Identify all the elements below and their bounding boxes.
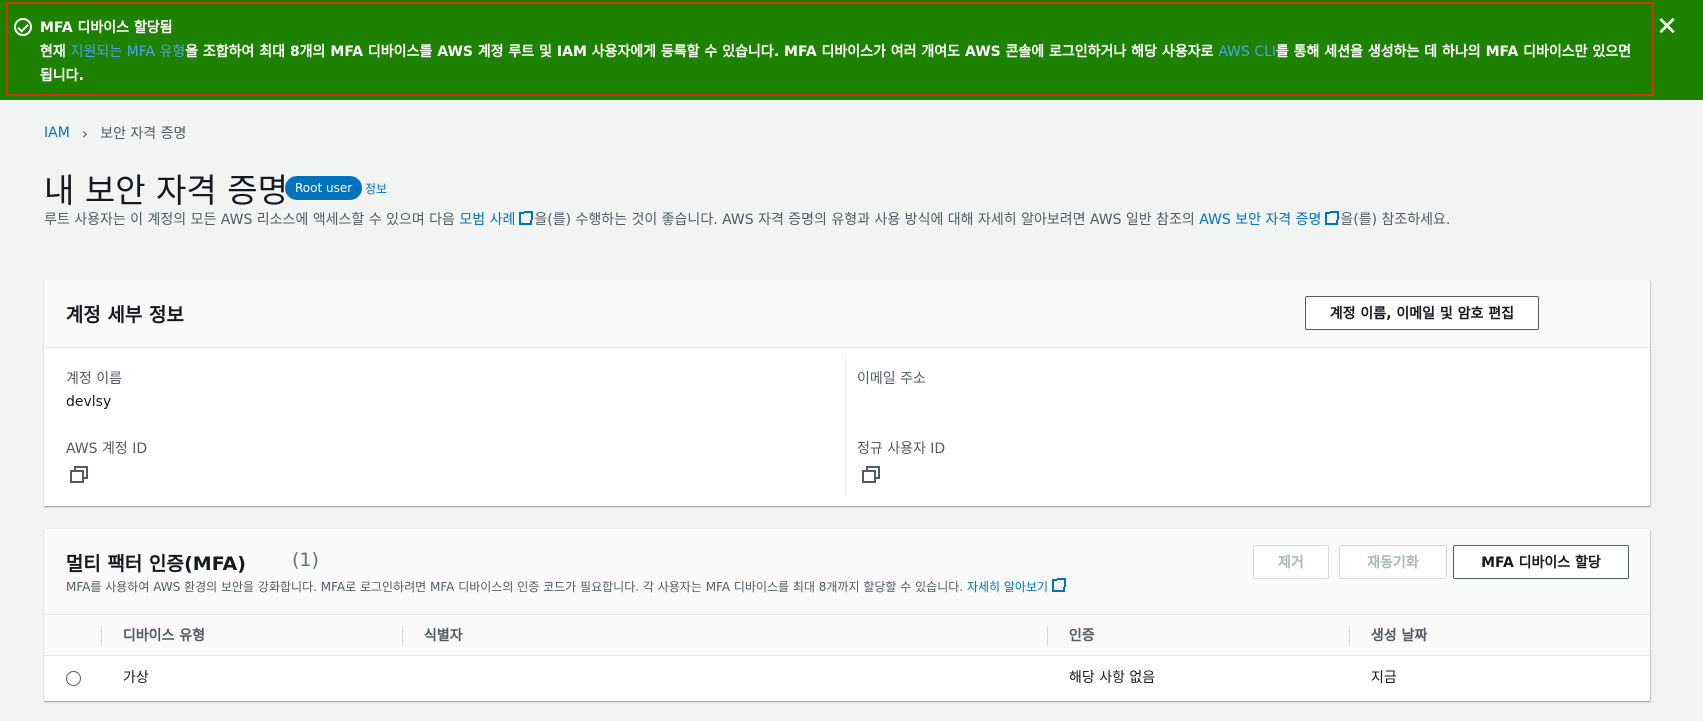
column-header-device-type[interactable]: 디바이스 유형 xyxy=(123,616,205,656)
chevron-right-icon: › xyxy=(81,123,89,143)
aws-security-credentials-link[interactable]: AWS 보안 자격 증명 xyxy=(1199,211,1340,228)
mfa-description: MFA를 사용하여 AWS 환경의 보안을 강화합니다. MFA로 로그인하려면… xyxy=(66,578,1067,595)
resync-button[interactable]: 재동기화 xyxy=(1339,545,1447,579)
banner-text-prefix: 현재 xyxy=(40,44,71,60)
column-header-created-date[interactable]: 생성 날짜 xyxy=(1371,616,1427,656)
column-separator xyxy=(1349,626,1350,646)
root-user-badge: Root user xyxy=(285,176,363,200)
edit-account-button[interactable]: 계정 이름, 이메일 및 암호 편집 xyxy=(1305,296,1539,330)
canonical-user-id-label: 정규 사용자 ID xyxy=(857,441,946,457)
copy-icon[interactable] xyxy=(862,466,880,483)
supported-mfa-types-link[interactable]: 지원되는 MFA 유형 xyxy=(71,44,186,60)
column-header-identifier[interactable]: 식별자 xyxy=(424,616,463,656)
best-practices-link[interactable]: 모범 사례 xyxy=(459,211,534,228)
table-row[interactable]: 가상 해당 사항 없음 지금 xyxy=(44,657,1650,699)
page-title: 내 보안 자격 증명 xyxy=(44,171,288,210)
copy-icon[interactable] xyxy=(70,466,88,483)
banner-title: MFA 디바이스 할당됨 xyxy=(40,20,173,36)
account-details-header: 계정 세부 정보 계정 이름, 이메일 및 암호 편집 xyxy=(44,280,1650,348)
column-separator xyxy=(101,626,102,646)
banner-text-mid: 을 조합하여 최대 8개의 MFA 디바이스를 AWS 계정 루트 및 IAM … xyxy=(185,44,1219,60)
account-details-title: 계정 세부 정보 xyxy=(66,304,185,326)
best-practices-label: 모범 사례 xyxy=(459,212,516,228)
column-separator xyxy=(402,626,403,646)
desc-text-2: 을(를) 수행하는 것이 좋습니다. AWS 자격 증명의 유형과 사용 방식에… xyxy=(534,212,1200,228)
success-banner: MFA 디바이스 할당됨 현재 지원되는 MFA 유형을 조합하여 최대 8개의… xyxy=(0,0,1703,100)
external-link-icon xyxy=(1052,578,1067,592)
mfa-panel: 멀티 팩터 인증(MFA) (1) MFA를 사용하여 AWS 환경의 보안을 … xyxy=(44,529,1650,701)
breadcrumb: IAM › 보안 자격 증명 xyxy=(44,123,186,143)
desc-text-3: 을(를) 참조하세요. xyxy=(1340,212,1451,228)
aws-cli-link[interactable]: AWS CLI xyxy=(1218,44,1276,60)
remove-button[interactable]: 제거 xyxy=(1253,545,1329,579)
table-header: 디바이스 유형 식별자 인증 생성 날짜 xyxy=(44,616,1650,656)
mfa-header: 멀티 팩터 인증(MFA) (1) MFA를 사용하여 AWS 환경의 보안을 … xyxy=(44,529,1650,615)
desc-text-1: 루트 사용자는 이 계정의 모든 AWS 리소스에 액세스할 수 있으며 다음 xyxy=(44,212,460,228)
cell-created-date: 지금 xyxy=(1371,670,1397,686)
info-link[interactable]: 정보 xyxy=(365,180,387,197)
column-divider xyxy=(845,356,846,496)
banner-message: 현재 지원되는 MFA 유형을 조합하여 최대 8개의 MFA 디바이스를 AW… xyxy=(40,40,1640,88)
account-name-label: 계정 이름 xyxy=(66,371,122,387)
column-header-certification[interactable]: 인증 xyxy=(1069,616,1095,656)
learn-more-link[interactable]: 자세히 알아보기 xyxy=(966,578,1067,594)
learn-more-label: 자세히 알아보기 xyxy=(966,580,1049,594)
mfa-title: 멀티 팩터 인증(MFA) xyxy=(66,553,246,575)
external-link-icon xyxy=(519,211,534,225)
cell-device-type: 가상 xyxy=(123,670,149,686)
assign-mfa-device-button[interactable]: MFA 디바이스 할당 xyxy=(1453,545,1629,579)
account-details-panel: 계정 세부 정보 계정 이름, 이메일 및 암호 편집 계정 이름 devlsy… xyxy=(44,280,1650,506)
mfa-count: (1) xyxy=(292,549,319,571)
external-link-icon xyxy=(1325,211,1340,225)
account-name-value: devlsy xyxy=(66,394,112,410)
column-separator xyxy=(1047,626,1048,646)
page-description: 루트 사용자는 이 계정의 모든 AWS 리소스에 액세스할 수 있으며 다음 … xyxy=(44,209,1450,229)
breadcrumb-current: 보안 자격 증명 xyxy=(100,126,187,142)
row-select-radio[interactable] xyxy=(66,671,81,686)
email-address-label: 이메일 주소 xyxy=(857,371,926,387)
breadcrumb-iam-link[interactable]: IAM xyxy=(44,125,70,141)
mfa-desc-text: MFA를 사용하여 AWS 환경의 보안을 강화합니다. MFA로 로그인하려면… xyxy=(66,580,967,594)
close-icon[interactable]: ✕ xyxy=(1652,12,1682,42)
aws-security-credentials-label: AWS 보안 자격 증명 xyxy=(1199,212,1322,228)
check-circle-icon xyxy=(14,18,32,36)
aws-account-id-label: AWS 계정 ID xyxy=(66,441,148,457)
cell-certification: 해당 사항 없음 xyxy=(1069,670,1156,686)
